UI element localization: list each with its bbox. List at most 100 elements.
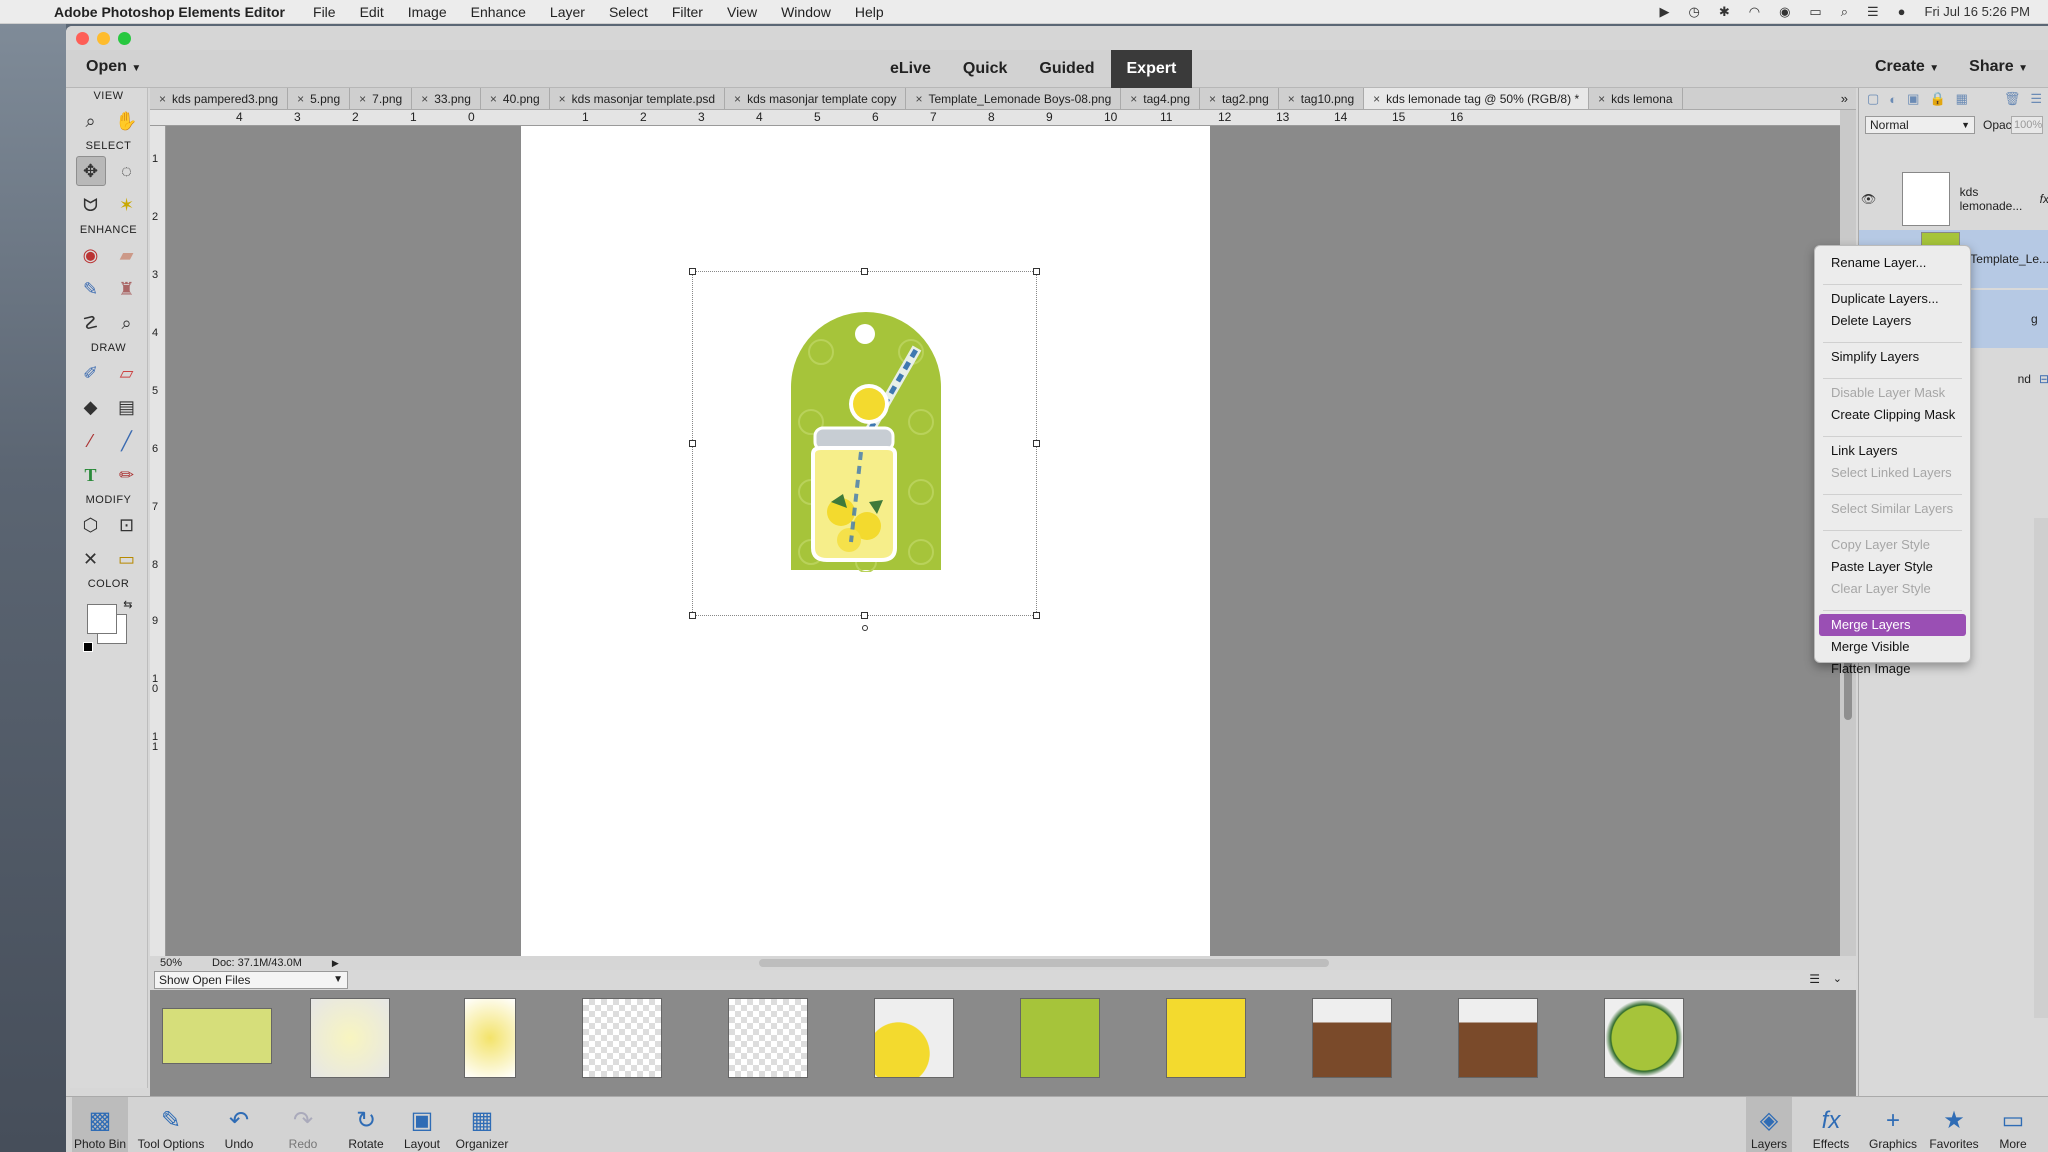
undo-button[interactable]: ↶ Undo	[216, 1097, 262, 1152]
open-button[interactable]: Open ▼	[86, 58, 141, 76]
organizer-button[interactable]: ▦ Organizer	[452, 1097, 512, 1152]
type-tool-icon[interactable]: T	[76, 460, 106, 490]
mode-expert[interactable]: Expert	[1110, 50, 1193, 88]
transform-handle[interactable]	[1033, 268, 1040, 275]
doc-tab-active[interactable]: × kds lemonade tag @ 50% (RGB/8) *	[1364, 88, 1590, 109]
play-status-icon[interactable]: ▶	[1659, 4, 1669, 20]
menu-item-create-clipping-mask[interactable]: Create Clipping Mask	[1819, 404, 1966, 426]
close-tab-icon[interactable]: ×	[159, 88, 166, 109]
bin-collapse-icon[interactable]: ⌄	[1833, 972, 1842, 985]
bin-thumbnail[interactable]	[728, 998, 808, 1078]
transform-handle[interactable]	[861, 268, 868, 275]
doc-tab[interactable]: × tag2.png	[1200, 88, 1279, 109]
recompose-tool-icon[interactable]: ⊡	[112, 510, 142, 540]
menu-item-duplicate-layers[interactable]: Duplicate Layers...	[1819, 288, 1966, 310]
transform-handle[interactable]	[689, 268, 696, 275]
bin-thumbnail[interactable]	[1458, 998, 1538, 1078]
photo-bin-button[interactable]: ▩ Photo Bin	[72, 1097, 128, 1152]
minimize-window-button[interactable]	[97, 31, 110, 45]
menu-item-flatten-image[interactable]: Flatten Image	[1819, 658, 1966, 680]
bin-thumbnail[interactable]	[874, 998, 954, 1078]
close-tab-icon[interactable]: ×	[421, 88, 428, 109]
zoom-level[interactable]: 50%	[150, 957, 190, 969]
close-tab-icon[interactable]: ×	[1373, 88, 1380, 109]
doc-tab[interactable]: × 33.png	[412, 88, 481, 109]
menubar-clock[interactable]: Fri Jul 16 5:26 PM	[1925, 4, 2031, 19]
bin-thumbnail[interactable]	[1166, 998, 1246, 1078]
create-button[interactable]: Create ▼	[1875, 58, 1939, 76]
document-canvas[interactable]	[521, 126, 1210, 956]
menu-filter[interactable]: Filter	[672, 4, 703, 20]
doc-tab[interactable]: × Template_Lemonade Boys-08.png	[906, 88, 1122, 109]
menu-item-merge-visible[interactable]: Merge Visible	[1819, 636, 1966, 658]
close-window-button[interactable]	[76, 31, 89, 45]
wifi-icon[interactable]: ◠	[1749, 4, 1760, 20]
layers-scrollbar[interactable]	[2034, 518, 2048, 1018]
close-tab-icon[interactable]: ×	[1209, 88, 1216, 109]
content-aware-move-icon[interactable]: ✕	[76, 544, 106, 574]
swap-colors-icon[interactable]: ⇆	[123, 598, 132, 611]
opacity-field[interactable]: 100%	[2011, 116, 2043, 134]
close-tab-icon[interactable]: ×	[915, 88, 922, 109]
smart-brush-icon[interactable]: ✎	[76, 274, 106, 304]
tool-options-button[interactable]: ✎ Tool Options	[136, 1097, 206, 1152]
magic-wand-tool-icon[interactable]: ✶	[112, 190, 142, 220]
close-tab-icon[interactable]: ×	[1598, 88, 1605, 109]
lock-all-icon[interactable]: 🔒	[1929, 91, 1945, 107]
user-icon[interactable]: ◉	[1779, 4, 1790, 20]
menu-item-simplify-layers[interactable]: Simplify Layers	[1819, 346, 1966, 368]
gradient-tool-icon[interactable]: ▤	[112, 392, 142, 422]
hand-tool-icon[interactable]: ✋	[112, 106, 142, 136]
bluetooth-icon[interactable]: ✱	[1719, 4, 1730, 20]
move-tool-icon[interactable]: ✥	[75, 156, 106, 186]
red-eye-tool-icon[interactable]: ◉	[76, 240, 106, 270]
bin-thumbnail[interactable]	[310, 998, 390, 1078]
doc-tab[interactable]: × kds pampered3.png	[150, 88, 289, 109]
menu-help[interactable]: Help	[855, 4, 884, 20]
close-tab-icon[interactable]: ×	[734, 88, 741, 109]
crop-tool-icon[interactable]: ⬡	[76, 510, 106, 540]
bin-thumbnail[interactable]	[464, 998, 516, 1078]
rotate-button[interactable]: ↻ Rotate	[340, 1097, 392, 1152]
transform-handle[interactable]	[1033, 440, 1040, 447]
menu-item-delete-layers[interactable]: Delete Layers	[1819, 310, 1966, 332]
menu-item-link-layers[interactable]: Link Layers	[1819, 440, 1966, 462]
menu-enhance[interactable]: Enhance	[471, 4, 526, 20]
doc-tab[interactable]: × kds masonjar template copy	[725, 88, 907, 109]
layer-lock-icon[interactable]: ⊟	[2039, 372, 2048, 386]
doc-tab[interactable]: × 40.png	[481, 88, 550, 109]
default-colors-icon[interactable]	[82, 642, 93, 652]
share-button[interactable]: Share ▼	[1969, 58, 2028, 76]
tabs-overflow-icon[interactable]: »	[1833, 91, 1856, 106]
adjustment-layer-icon[interactable]: ◐	[1889, 92, 1897, 107]
notification-icon[interactable]: ☰	[1867, 4, 1879, 20]
layers-button[interactable]: ◈ Layers	[1746, 1097, 1792, 1152]
bin-menu-icon[interactable]: ☰	[1809, 972, 1820, 986]
mode-elive[interactable]: eLive	[874, 50, 947, 88]
siri-icon[interactable]: ●	[1898, 4, 1906, 19]
mode-quick[interactable]: Quick	[947, 50, 1023, 88]
bin-thumbnail[interactable]	[162, 1008, 272, 1064]
lasso-tool-icon[interactable]: ᗢ	[76, 190, 106, 220]
doc-tab[interactable]: × kds lemona	[1589, 88, 1683, 109]
bin-thumbnail[interactable]	[1312, 998, 1392, 1078]
bin-thumbnail[interactable]	[1020, 998, 1100, 1078]
graphics-button[interactable]: + Graphics	[1866, 1097, 1920, 1152]
fx-icon[interactable]: fx	[2040, 192, 2048, 206]
canvas-horizontal-scrollbar[interactable]	[758, 959, 1329, 967]
close-tab-icon[interactable]: ×	[359, 88, 366, 109]
eyedropper-icon[interactable]: ⁄	[76, 426, 106, 456]
close-tab-icon[interactable]: ×	[1130, 88, 1137, 109]
menu-item-merge-layers[interactable]: Merge Layers	[1819, 614, 1966, 636]
foreground-color-swatch[interactable]	[86, 604, 117, 634]
sponge-tool-icon[interactable]: ⌕	[112, 308, 142, 338]
status-menu-arrow-icon[interactable]: ▶	[332, 958, 339, 969]
transform-handle[interactable]	[1033, 612, 1040, 619]
doc-tab[interactable]: × kds masonjar template.psd	[550, 88, 726, 109]
redo-button[interactable]: ↷ Redo	[280, 1097, 326, 1152]
color-swatches[interactable]: ⇆	[82, 598, 135, 652]
zoom-window-button[interactable]	[118, 31, 131, 45]
menu-select[interactable]: Select	[609, 4, 648, 20]
straighten-tool-icon[interactable]: ▭	[112, 544, 142, 574]
layout-button[interactable]: ▣ Layout	[400, 1097, 444, 1152]
